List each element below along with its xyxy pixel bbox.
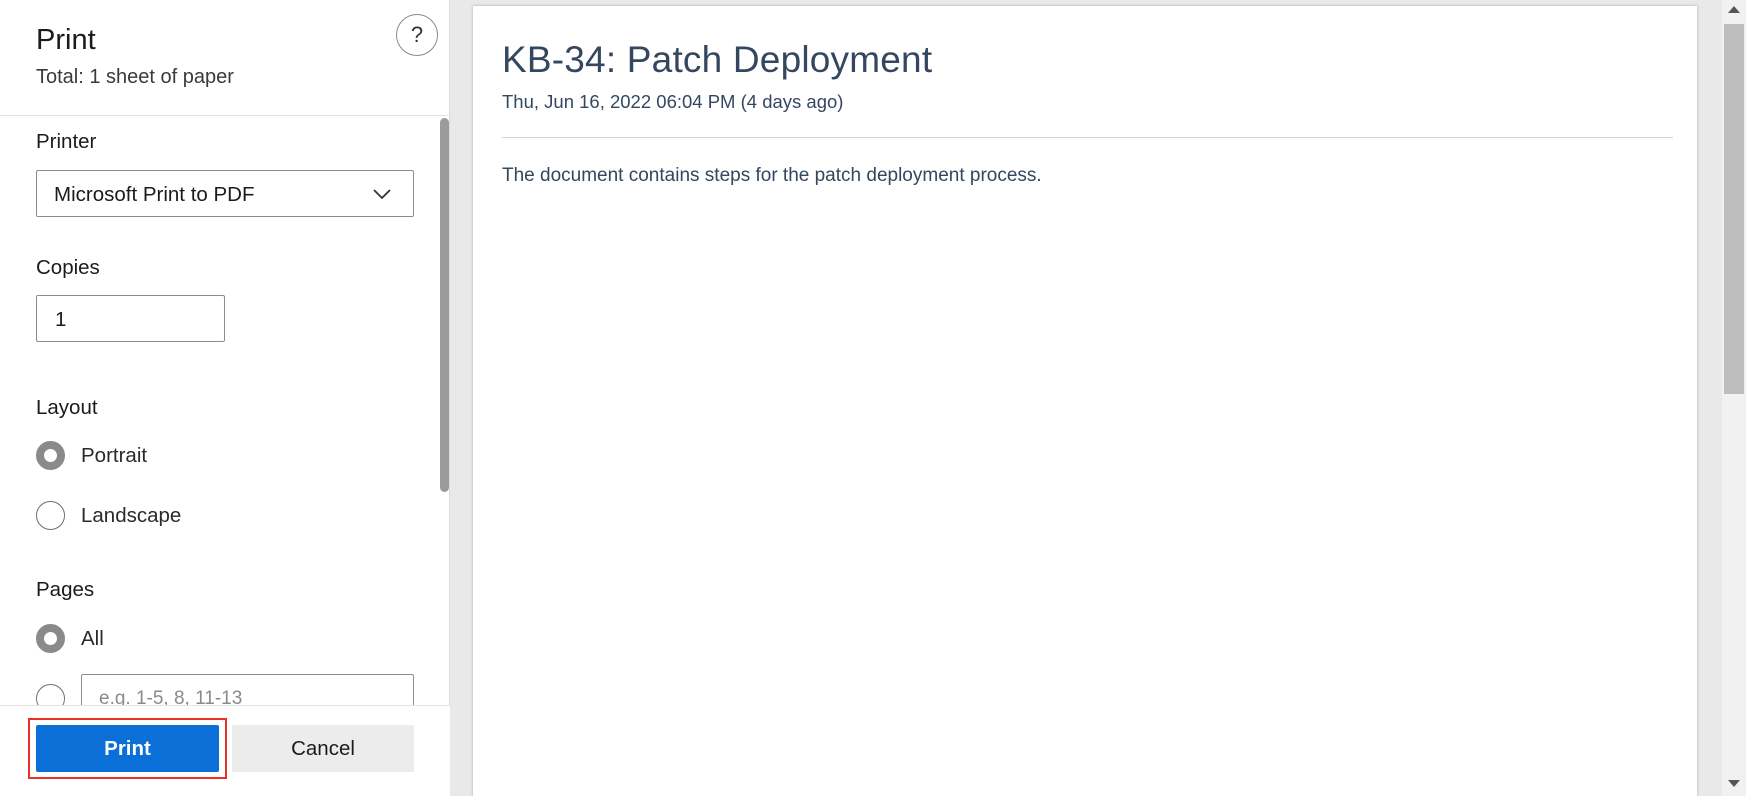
scroll-down-arrow-icon[interactable] [1728, 780, 1740, 787]
pages-all-radio[interactable] [36, 624, 65, 653]
pages-option-custom[interactable] [36, 684, 66, 705]
landscape-radio[interactable] [36, 501, 65, 530]
page-range-placeholder: e.g. 1-5, 8, 11-13 [99, 688, 243, 705]
printer-label: Printer [36, 130, 97, 153]
document-title: KB-34: Patch Deployment [502, 39, 933, 80]
preview-scrollbar-thumb[interactable] [1724, 24, 1744, 394]
portrait-radio[interactable] [36, 441, 65, 470]
printer-select[interactable]: Microsoft Print to PDF [36, 170, 414, 217]
layout-option-portrait[interactable]: Portrait [36, 441, 396, 471]
print-settings-panel: Print Total: 1 sheet of paper ? Printer … [0, 0, 450, 796]
landscape-label: Landscape [81, 504, 182, 527]
total-sheets-text: Total: 1 sheet of paper [36, 66, 234, 88]
copies-value: 1 [55, 308, 67, 331]
settings-scrollbar-thumb[interactable] [440, 118, 449, 492]
question-mark-icon: ? [410, 22, 424, 47]
pages-all-label: All [81, 627, 104, 650]
print-header: Print Total: 1 sheet of paper ? [0, 0, 450, 116]
help-button[interactable]: ? [396, 14, 438, 56]
document-body: The document contains steps for the patc… [502, 165, 1042, 186]
print-title: Print [36, 24, 96, 56]
document-divider [502, 137, 1673, 138]
copies-input[interactable]: 1 [36, 295, 225, 342]
print-button[interactable]: Print [36, 725, 219, 772]
cancel-button[interactable]: Cancel [232, 725, 414, 772]
settings-scroll-area: Printer Microsoft Print to PDF Copies 1 … [0, 117, 450, 705]
pages-option-all[interactable]: All [36, 624, 396, 654]
layout-option-landscape[interactable]: Landscape [36, 501, 396, 531]
preview-scrollbar[interactable] [1722, 0, 1746, 796]
document-date: Thu, Jun 16, 2022 06:04 PM (4 days ago) [502, 91, 844, 112]
preview-page: KB-34: Patch Deployment Thu, Jun 16, 202… [473, 6, 1697, 796]
print-footer: Print Cancel [0, 705, 450, 796]
page-range-input[interactable]: e.g. 1-5, 8, 11-13 [81, 674, 414, 705]
printer-select-value: Microsoft Print to PDF [54, 183, 255, 206]
scroll-up-arrow-icon[interactable] [1728, 6, 1740, 13]
settings-scrollbar[interactable] [440, 116, 450, 704]
chevron-down-icon [373, 189, 391, 200]
pages-label: Pages [36, 578, 95, 601]
print-preview-area: KB-34: Patch Deployment Thu, Jun 16, 202… [450, 0, 1722, 796]
copies-label: Copies [36, 256, 100, 279]
pages-custom-radio[interactable] [36, 684, 65, 705]
portrait-label: Portrait [81, 444, 148, 467]
layout-label: Layout [36, 396, 98, 419]
